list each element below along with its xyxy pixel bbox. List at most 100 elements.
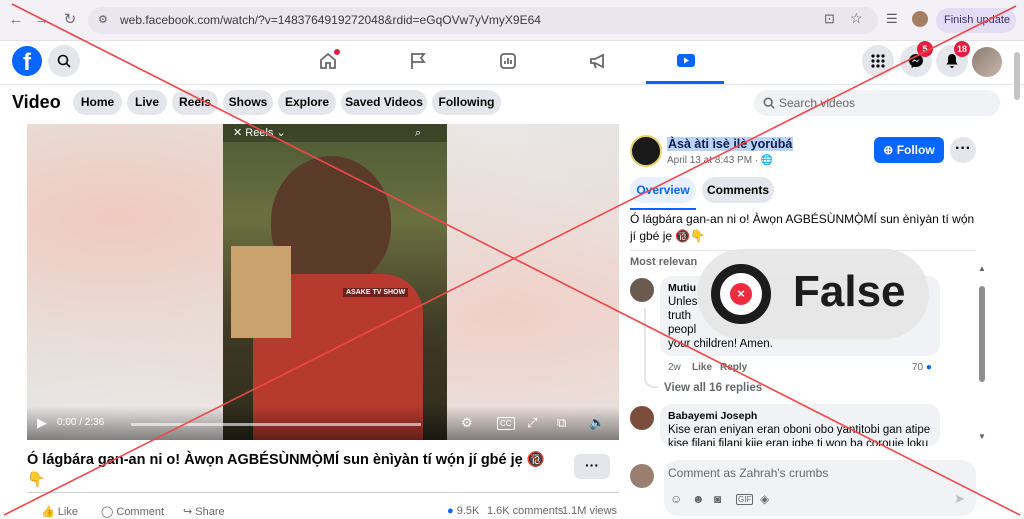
panel-scrollbar[interactable]: ▲ ▼	[978, 124, 988, 454]
like-label: Like	[57, 506, 78, 518]
tab-saved-videos[interactable]: Saved Videos	[341, 90, 427, 115]
active-tab-indicator	[646, 81, 724, 84]
comment-sort-label[interactable]: Most relevan	[630, 256, 697, 268]
home-notification-dot	[334, 49, 340, 55]
video-title: Ó lágbára gan-an ni o! Àwọn AGBÉSÙNMỌ̀MÍ…	[27, 452, 545, 488]
comment-input[interactable]: Comment as Zahrah's crumbs ☺ ☻ ◙ GIF ◈ ➤	[664, 460, 976, 516]
address-bar[interactable]: ⚙ web.facebook.com/watch/?v=148376491927…	[88, 7, 878, 34]
page-scrollbar-thumb[interactable]	[1014, 52, 1020, 100]
tab-overview[interactable]: Overview	[630, 177, 696, 203]
megaphone-icon[interactable]	[584, 47, 612, 75]
video-controls: ▶ 0:00 / 2:36 ⚙ CC ⤢ ⧉ 🔊	[27, 406, 619, 440]
settings-gear-icon[interactable]: ⚙	[461, 414, 473, 432]
comment-bubble-icon: ◯	[101, 506, 117, 518]
reel-frame: ✕ Reels ⌄ ⌕ ASAKE TV SHOW	[223, 124, 447, 440]
view-replies-link[interactable]: View all 16 replies	[664, 382, 762, 394]
back-arrow-icon[interactable]: ←	[6, 10, 26, 30]
tab-shows[interactable]: Shows	[223, 90, 273, 115]
send-icon[interactable]: ➤	[954, 491, 965, 507]
reply-thread-line	[644, 308, 658, 388]
search-icon[interactable]	[48, 45, 80, 77]
reels-label: Reels	[245, 127, 274, 139]
false-label: False	[793, 267, 906, 316]
like-button[interactable]: 👍 Like	[41, 505, 78, 518]
facebook-logo[interactable]: f	[12, 46, 42, 76]
play-icon[interactable]: ▶	[37, 414, 47, 432]
install-app-icon[interactable]: ⊡	[824, 11, 835, 27]
scroll-down-icon[interactable]: ▼	[978, 432, 986, 441]
time-display: 0:00 / 2:36	[57, 417, 105, 428]
comment-line: Kise eran eniyan eran oboni obo yantitob…	[668, 424, 931, 436]
emoji-icon[interactable]: ☻	[692, 492, 705, 506]
bookmark-star-icon[interactable]: ☆	[850, 10, 863, 27]
site-info-icon[interactable]: ⚙	[98, 13, 108, 26]
search-icon	[763, 97, 775, 109]
scroll-up-icon[interactable]: ▲	[978, 264, 986, 273]
home-icon[interactable]	[314, 47, 342, 75]
reaction-count[interactable]: ● 9.5K	[447, 505, 479, 517]
comment-label: Comment	[116, 506, 165, 518]
commenter-avatar[interactable]	[630, 278, 654, 302]
post-more-options-button[interactable]: ···	[950, 137, 976, 163]
share-label: Share	[195, 506, 225, 518]
profile-avatar-icon[interactable]	[912, 11, 928, 27]
fact-check-logo: ×	[711, 264, 771, 324]
captions-icon[interactable]: CC	[497, 417, 515, 430]
apps-menu-icon[interactable]	[862, 45, 894, 77]
video-tab-icon[interactable]	[672, 47, 700, 75]
views-count: 1.1M views	[562, 505, 618, 517]
progress-scrubber[interactable]	[131, 423, 421, 426]
close-icon[interactable]: ✕	[233, 127, 245, 139]
tab-home[interactable]: Home	[73, 90, 122, 115]
tab-following[interactable]: Following	[432, 90, 501, 115]
comment-reaction-count[interactable]: 70 ●	[912, 362, 932, 373]
reel-top-bar: ✕ Reels ⌄ ⌕	[223, 124, 447, 142]
pages-flag-icon[interactable]	[404, 47, 432, 75]
share-button[interactable]: ↪ Share	[183, 505, 225, 518]
url-text: web.facebook.com/watch/?v=14837649192720…	[120, 13, 541, 27]
search-placeholder: Search videos	[779, 96, 856, 110]
fullscreen-expand-icon[interactable]: ⤢	[527, 414, 537, 432]
commenter-avatar[interactable]	[630, 406, 654, 430]
volume-icon[interactable]: 🔊	[589, 414, 605, 432]
follow-button[interactable]: ⊕ Follow	[874, 137, 944, 163]
scrollbar-thumb[interactable]	[979, 286, 985, 382]
gif-icon[interactable]: GIF	[736, 494, 754, 505]
comments-count[interactable]: 1.6K comments	[487, 505, 563, 517]
dashboard-icon[interactable]	[494, 47, 522, 75]
tab-comments[interactable]: Comments	[702, 177, 774, 203]
follow-label: Follow	[896, 143, 935, 157]
forward-arrow-icon[interactable]: →	[32, 10, 52, 30]
comment-age[interactable]: 2w	[668, 362, 681, 373]
inset-presenter-image	[231, 246, 291, 338]
reload-icon[interactable]: ↻	[60, 10, 80, 30]
account-avatar[interactable]	[972, 47, 1002, 77]
reading-list-icon[interactable]: ☰	[886, 11, 898, 27]
comment-bubble: Babayemi Joseph Kise eran eniyan eran ob…	[660, 404, 940, 446]
sticker-icon[interactable]: ◈	[760, 492, 769, 506]
tab-explore[interactable]: Explore	[278, 90, 336, 115]
search-videos-input[interactable]: Search videos	[754, 90, 1000, 116]
tab-reels[interactable]: Reels	[172, 90, 218, 115]
share-arrow-icon: ↪	[183, 506, 196, 518]
video-player[interactable]: ✕ Reels ⌄ ⌕ ASAKE TV SHOW ▶ 0:00 / 2:36 …	[27, 124, 619, 440]
finish-update-button[interactable]: Finish update	[936, 8, 1016, 33]
commenter-name[interactable]: Babayemi Joseph	[668, 409, 932, 423]
tab-live[interactable]: Live	[127, 90, 167, 115]
search-icon[interactable]: ⌕	[415, 124, 421, 142]
page-avatar[interactable]	[630, 135, 662, 167]
comment-like-button[interactable]: Like	[692, 362, 712, 373]
comment-button[interactable]: ◯ Comment	[101, 505, 164, 518]
page-name-link[interactable]: Àsà àti ìsè ilè yorùbá	[667, 137, 794, 151]
camera-icon[interactable]: ◙	[714, 492, 721, 506]
miniplayer-icon[interactable]: ⧉	[557, 414, 566, 432]
action-bar: 👍 Like ◯ Comment ↪ Share ● 9.5K 1.6K com…	[27, 492, 619, 519]
messenger-badge: 5	[917, 41, 933, 57]
post-timestamp[interactable]: April 13 at 8:43 PM · 🌐	[667, 155, 773, 166]
avatar-sticker-icon[interactable]: ☺	[670, 492, 682, 506]
comment-reply-button[interactable]: Reply	[720, 362, 747, 373]
thumbs-up-icon: 👍	[41, 506, 58, 518]
my-avatar[interactable]	[630, 464, 654, 488]
video-more-options-button[interactable]: ···	[574, 454, 610, 479]
tv-show-tag: ASAKE TV SHOW	[343, 288, 409, 297]
